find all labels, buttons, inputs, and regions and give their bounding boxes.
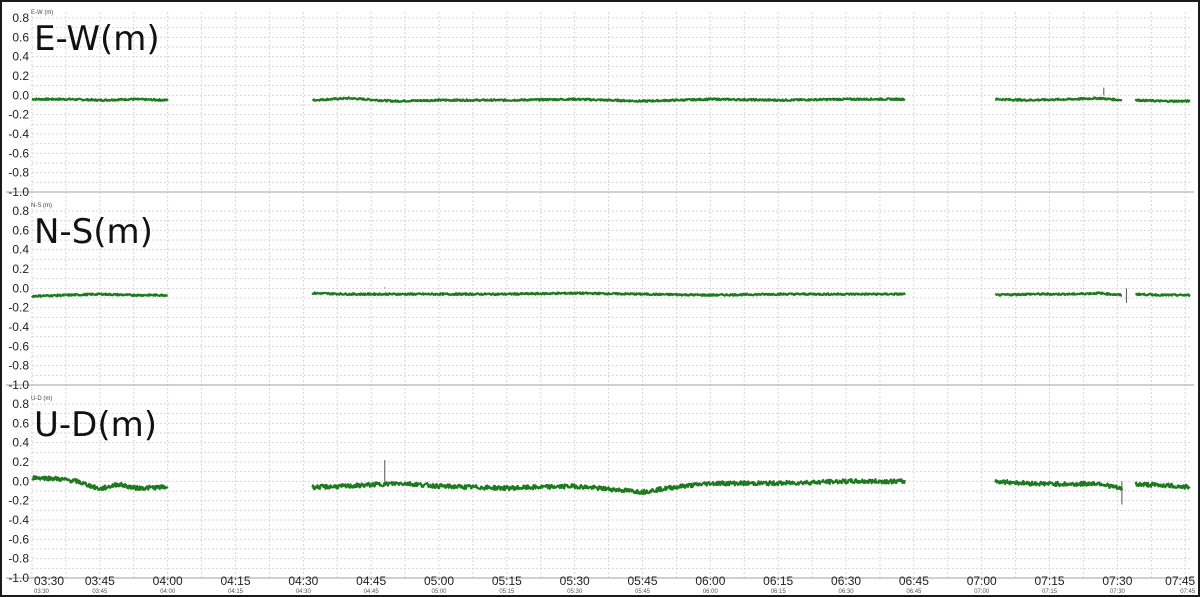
x-tick-label: 04:15: [220, 574, 250, 588]
panel-title: E-W(m): [34, 19, 160, 59]
chart-frame: 0.8 0.6 0.4 0.2 0.0 -0.2 -0.4 -0.6 -0.8 -1.0 E-W (…: [0, 0, 1200, 597]
y-tick-label: -1.0: [8, 571, 29, 585]
y-tick-label: -0.2: [8, 108, 29, 122]
panel-title: N-S(m): [34, 212, 153, 252]
y-tick-label: 0.6: [12, 30, 29, 44]
series-line: [1134, 292, 1191, 297]
y-tick-label: 0.0: [12, 474, 29, 488]
x-tick-sublabel: 07:45: [1180, 589, 1196, 595]
x-tick-label: 05:30: [560, 574, 590, 588]
x-tick-label: 07:45: [1165, 574, 1195, 588]
y-tick-label: 0.2: [12, 262, 29, 276]
x-tick-sublabel: 03:30: [34, 589, 50, 595]
y-tick-label: -0.2: [8, 494, 29, 508]
y-tick-label: 0.8: [12, 397, 29, 411]
x-tick-label: 05:45: [628, 574, 658, 588]
series-line: [994, 96, 1123, 103]
x-tick-sublabel: 05:45: [635, 589, 651, 595]
panel-mini-label: U-D (m): [31, 396, 52, 402]
series-line: [31, 474, 169, 492]
chart-canvas: 0.8 0.6 0.4 0.2 0.0 -0.2 -0.4 -0.6 -0.8 -1.0 E-W (…: [6, 10, 1196, 595]
y-tick-label: -0.8: [8, 166, 29, 180]
x-axis: 03:3003:30 03:4503:45 04:0004:00 04:1504:15…: [34, 574, 1196, 595]
x-tick-label: 05:15: [492, 574, 522, 588]
x-tick-label: 06:45: [899, 574, 929, 588]
series-line: [311, 96, 906, 103]
x-tick-label: 07:15: [1035, 574, 1065, 588]
y-tick-label: 0.2: [12, 455, 29, 469]
x-tick-label: 05:00: [424, 574, 454, 588]
x-tick-label: 04:30: [288, 574, 318, 588]
x-tick-sublabel: 06:45: [906, 589, 922, 595]
series-line: [31, 97, 169, 103]
series-line: [311, 291, 906, 297]
y-tick-label: -0.4: [8, 513, 29, 527]
series-line: [994, 479, 1123, 491]
y-tick-label: -0.6: [8, 146, 29, 160]
y-tick-label: 0.2: [12, 69, 29, 83]
y-tick-label: -1.0: [8, 378, 29, 392]
x-tick-sublabel: 05:15: [499, 589, 515, 595]
x-tick-sublabel: 05:00: [432, 589, 448, 595]
x-tick-sublabel: 07:15: [1042, 589, 1058, 595]
y-tick-label: 0.4: [12, 50, 29, 64]
x-tick-label: 06:00: [695, 574, 725, 588]
x-tick-sublabel: 04:00: [160, 589, 176, 595]
y-tick-label: -0.4: [8, 127, 29, 141]
panel-title: U-D(m): [34, 405, 157, 445]
series-line: [1134, 481, 1191, 490]
y-tick-label: -0.8: [8, 359, 29, 373]
y-tick-label: -1.0: [8, 185, 29, 199]
x-tick-sublabel: 06:15: [771, 589, 787, 595]
x-tick-label: 04:00: [153, 574, 183, 588]
x-tick-label: 04:45: [356, 574, 386, 588]
y-tick-label: -0.2: [8, 301, 29, 315]
x-tick-sublabel: 04:15: [228, 589, 244, 595]
x-tick-sublabel: 06:00: [703, 589, 719, 595]
series-line: [994, 291, 1123, 297]
series-line: [1134, 98, 1191, 104]
y-tick-label: 0.0: [12, 88, 29, 102]
x-tick-label: 07:30: [1102, 574, 1132, 588]
x-tick-sublabel: 03:45: [92, 589, 108, 595]
panel-mini-label: E-W (m): [31, 10, 53, 16]
x-tick-label: 07:00: [967, 574, 997, 588]
x-tick-sublabel: 04:30: [296, 589, 312, 595]
x-tick-label: 06:15: [763, 574, 793, 588]
y-tick-label: 0.8: [12, 11, 29, 25]
x-tick-label: 06:30: [831, 574, 861, 588]
y-tick-label: 0.6: [12, 416, 29, 430]
y-tick-label: 0.8: [12, 204, 29, 218]
y-tick-label: 0.0: [12, 281, 29, 295]
x-tick-sublabel: 07:00: [974, 589, 990, 595]
y-tick-label: 0.4: [12, 436, 29, 450]
y-tick-label: -0.6: [8, 532, 29, 546]
panel-mini-label: N-S (m): [31, 203, 52, 209]
y-tick-label: -0.8: [8, 552, 29, 566]
y-tick-label: -0.4: [8, 320, 29, 334]
x-tick-sublabel: 05:30: [567, 589, 583, 595]
x-tick-label: 03:30: [34, 574, 64, 588]
x-tick-sublabel: 06:30: [839, 589, 855, 595]
x-tick-label: 03:45: [85, 574, 115, 588]
x-tick-sublabel: 04:45: [364, 589, 380, 595]
x-tick-sublabel: 07:30: [1110, 589, 1126, 595]
y-tick-label: 0.6: [12, 223, 29, 237]
y-tick-label: -0.6: [8, 339, 29, 353]
y-tick-label: 0.4: [12, 243, 29, 257]
